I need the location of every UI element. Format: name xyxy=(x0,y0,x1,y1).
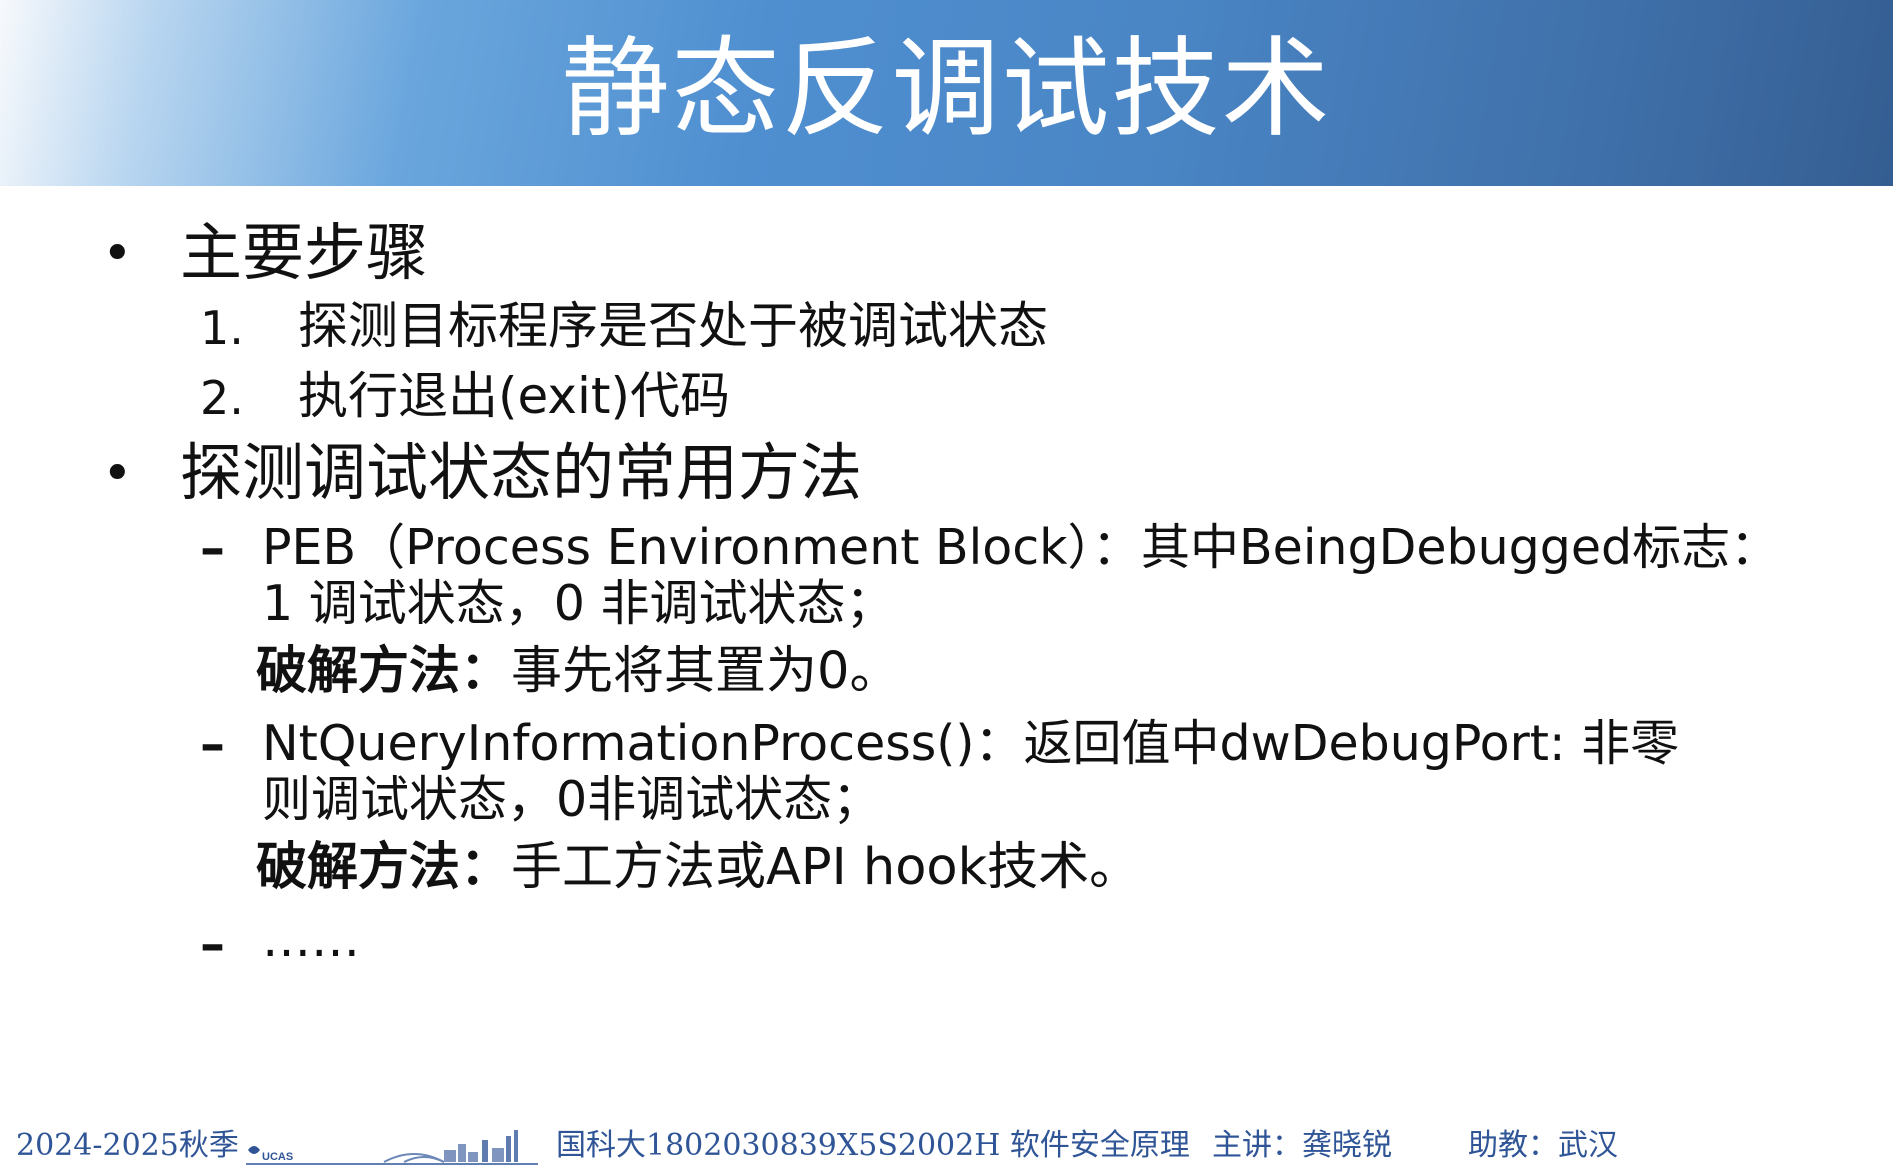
dash-marker: – xyxy=(200,519,225,577)
method-line: PEB（Process Environment Block）：其中BeingDe… xyxy=(262,519,1780,576)
crack-label: 破解方法： xyxy=(256,838,512,897)
footer-lecturer: 主讲：龚晓锐 xyxy=(1212,1128,1392,1163)
crack-label: 破解方法： xyxy=(256,642,512,701)
dash-marker: – xyxy=(200,915,225,973)
step-number: 1. xyxy=(200,301,244,355)
ucas-logo-text: UCAS xyxy=(262,1151,293,1163)
bullet-icon: • xyxy=(102,444,133,504)
methods-heading: 探测调试状态的常用方法 xyxy=(180,436,863,509)
crack-method: 破解方法：事先将其置为0。 xyxy=(256,642,900,702)
slide-title: 静态反调试技术 xyxy=(561,27,1332,152)
dash-marker: – xyxy=(200,715,225,773)
method-line: NtQueryInformationProcess()：返回值中dwDebugP… xyxy=(262,715,1680,772)
footer-assistant: 助教：武汉 xyxy=(1468,1128,1618,1163)
method-line: 则调试状态，0非调试状态； xyxy=(262,771,882,828)
ucas-logo-icon: UCAS xyxy=(246,1130,538,1165)
step-number: 2. xyxy=(200,371,244,425)
step-text: 探测目标程序是否处于被调试状态 xyxy=(298,297,1048,355)
crack-text: 手工方法或API hook技术。 xyxy=(511,838,1141,897)
bullet-icon: • xyxy=(102,224,133,284)
step-text: 执行退出(exit)代码 xyxy=(298,367,730,425)
crack-method: 破解方法：手工方法或API hook技术。 xyxy=(256,838,1140,898)
crack-text: 事先将其置为0。 xyxy=(511,642,901,701)
method-ellipsis: …… xyxy=(262,911,360,968)
footer-term: 2024-2025秋季 xyxy=(16,1128,239,1163)
footer-course: 国科大1802030839X5S2002H 软件安全原理 xyxy=(556,1128,1190,1163)
main-steps-heading: 主要步骤 xyxy=(180,216,429,289)
method-line: 1 调试状态，0 非调试状态； xyxy=(262,575,895,632)
